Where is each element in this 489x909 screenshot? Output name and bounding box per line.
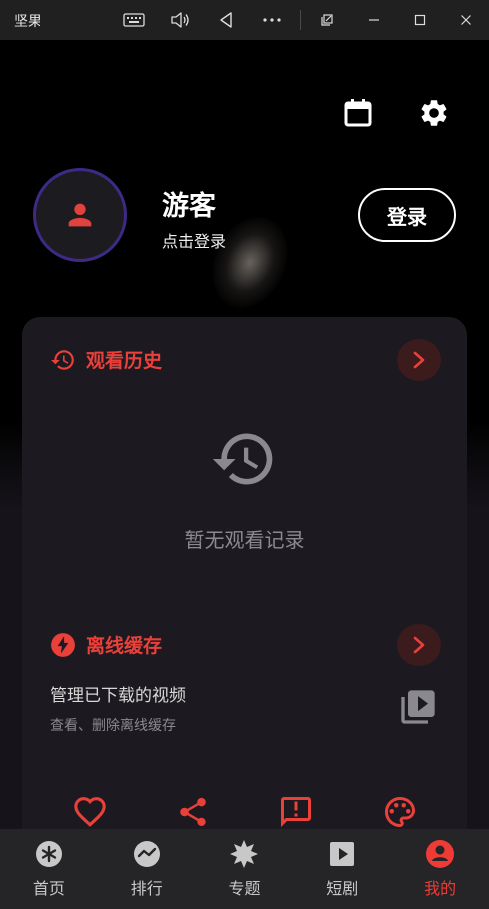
nav-label: 首页 xyxy=(32,879,65,898)
keyboard-icon[interactable] xyxy=(120,6,148,34)
history-header: 观看历史 xyxy=(50,346,162,373)
nav-item-home[interactable]: 首页 xyxy=(0,829,98,909)
history-more-button[interactable] xyxy=(397,339,441,381)
play-icon xyxy=(327,839,357,869)
asterisk-icon xyxy=(34,839,64,869)
nav-label: 我的 xyxy=(424,879,457,898)
login-hint[interactable]: 点击登录 xyxy=(162,228,226,252)
nav-label: 专题 xyxy=(228,879,261,898)
nav-item-ranking[interactable]: 排行 xyxy=(98,829,196,909)
burst-icon xyxy=(229,839,259,869)
offline-manage-title[interactable]: 管理已下载的视频 xyxy=(50,681,186,706)
profile-name: 游客 xyxy=(162,191,216,222)
person-icon xyxy=(425,839,455,869)
person-icon xyxy=(68,203,92,227)
titlebar-divider xyxy=(300,10,301,30)
trend-icon xyxy=(132,839,162,869)
avatar[interactable] xyxy=(33,168,127,262)
empty-history-text: 暂无观看记录 xyxy=(184,528,305,552)
share-icon[interactable] xyxy=(173,792,213,832)
nav-label: 排行 xyxy=(130,879,163,898)
chevron-right-icon xyxy=(413,636,425,654)
app-root: 游客 点击登录 登录 观看历史 暂无观看记录 离线缓存 管理已下载的视频 查看、… xyxy=(0,40,489,909)
theme-icon[interactable] xyxy=(380,792,420,832)
video-library-icon[interactable] xyxy=(398,687,438,727)
restore-icon[interactable] xyxy=(313,6,341,34)
window-title: 坚果 xyxy=(14,14,40,30)
empty-history-icon xyxy=(210,425,278,493)
feedback-icon[interactable] xyxy=(276,792,316,832)
chevron-right-icon xyxy=(413,351,425,369)
history-icon xyxy=(51,349,74,370)
nav-label: 短剧 xyxy=(326,879,359,898)
window-titlebar: 坚果 xyxy=(0,0,489,40)
login-button[interactable]: 登录 xyxy=(358,188,456,242)
offline-title: 离线缓存 xyxy=(86,635,163,657)
calendar-icon[interactable] xyxy=(341,96,375,130)
nav-item-mine[interactable]: 我的 xyxy=(391,829,489,909)
maximize-icon[interactable] xyxy=(406,6,434,34)
volume-icon[interactable] xyxy=(166,6,194,34)
offline-manage-subtitle: 查看、删除离线缓存 xyxy=(50,718,176,734)
settings-icon[interactable] xyxy=(417,96,451,130)
offline-header: 离线缓存 xyxy=(50,631,162,658)
history-title: 观看历史 xyxy=(86,350,163,372)
back-icon[interactable] xyxy=(212,6,240,34)
bolt-icon xyxy=(51,632,75,657)
favorite-icon[interactable] xyxy=(70,792,110,832)
bottom-nav: 首页 排行 专题 短剧 我的 xyxy=(0,829,489,909)
nav-item-shorts[interactable]: 短剧 xyxy=(293,829,391,909)
nav-item-topics[interactable]: 专题 xyxy=(196,829,294,909)
minimize-icon[interactable] xyxy=(360,6,388,34)
more-icon[interactable] xyxy=(258,6,286,34)
offline-more-button[interactable] xyxy=(397,624,441,666)
close-icon[interactable] xyxy=(452,6,480,34)
